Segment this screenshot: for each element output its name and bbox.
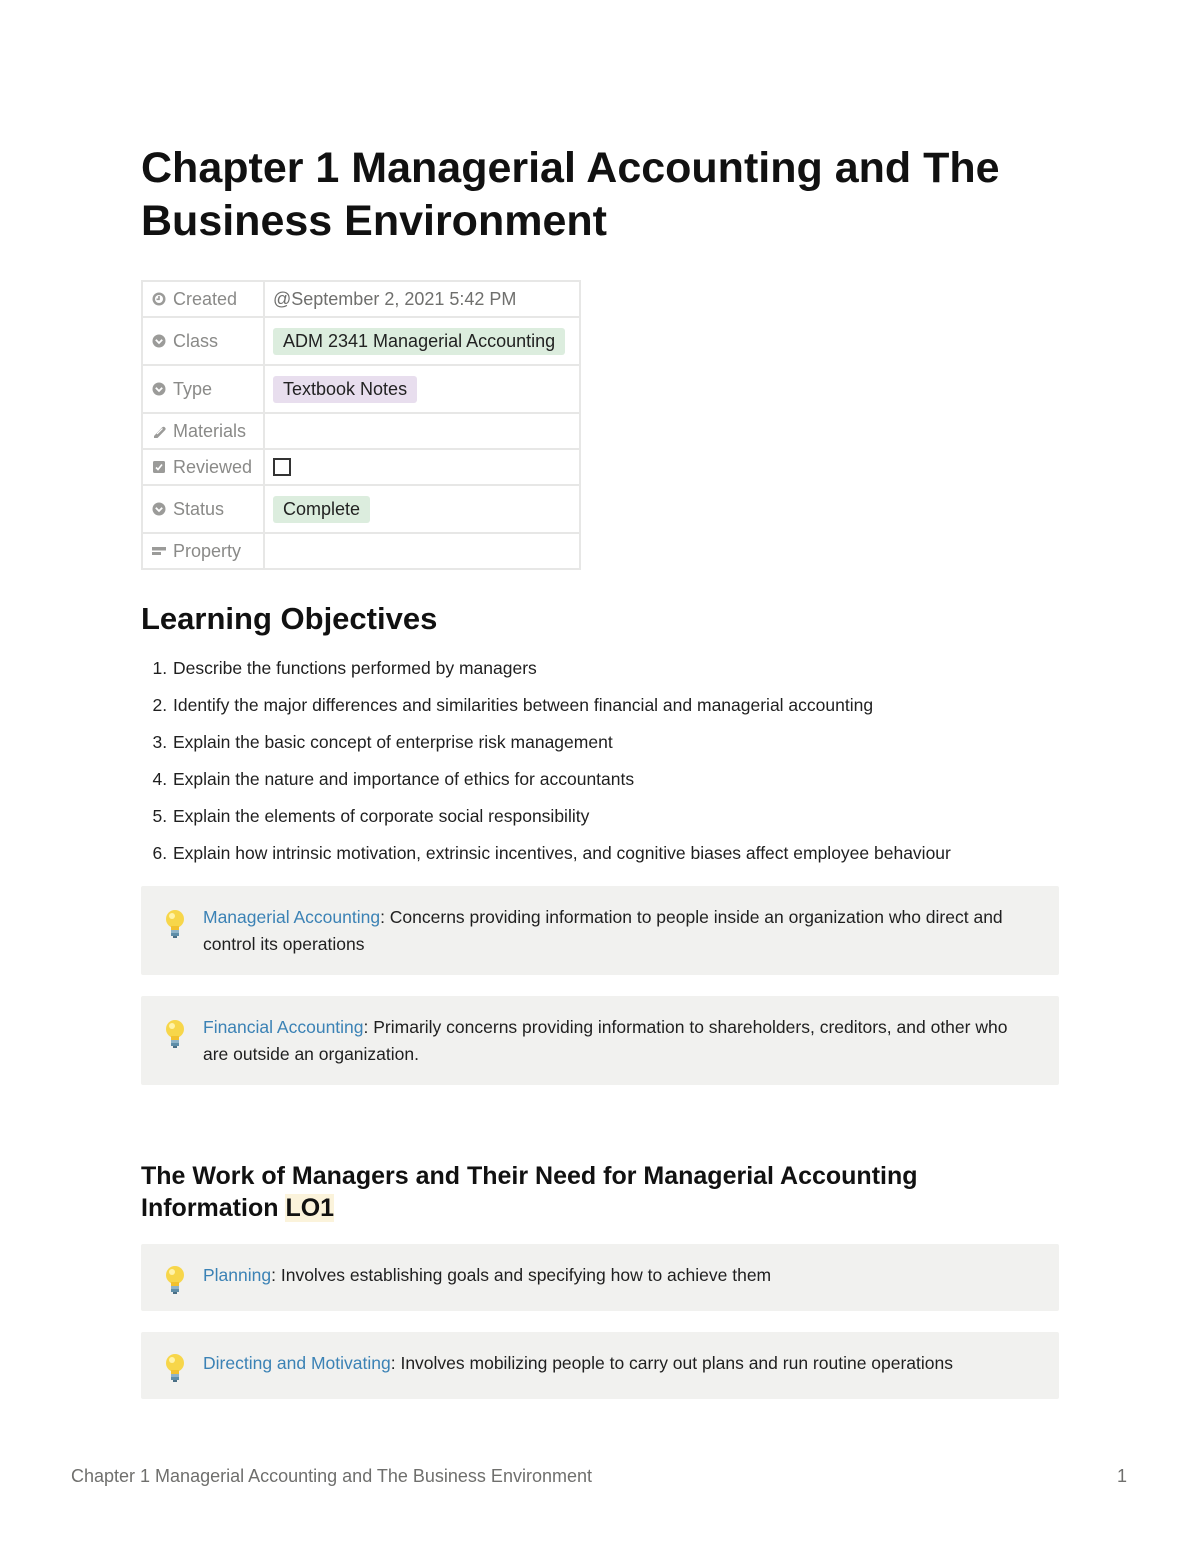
property-row-type: Type Textbook Notes <box>141 364 581 414</box>
callout-managerial-accounting: Managerial Accounting: Concerns providin… <box>141 886 1059 975</box>
property-value-type[interactable]: Textbook Notes <box>263 364 581 414</box>
property-label-status: Status <box>141 484 265 534</box>
section-heading: The Work of Managers and Their Need for … <box>141 1162 918 1222</box>
property-label-property: Property <box>141 532 265 570</box>
checkbox-icon <box>153 460 165 473</box>
callout-financial-accounting: Financial Accounting: Primarily concerns… <box>141 996 1059 1085</box>
properties-table: Created @September 2, 2021 5:42 PM Class… <box>141 280 581 570</box>
property-value-materials[interactable] <box>263 412 581 450</box>
list-item: Identify the major differences and simil… <box>172 687 1072 724</box>
lightbulb-icon <box>166 1354 184 1382</box>
property-value-created[interactable]: @September 2, 2021 5:42 PM <box>263 280 581 318</box>
list-item: Describe the functions performed by mana… <box>172 650 1072 687</box>
property-value-reviewed[interactable] <box>263 448 581 486</box>
list-item: Explain the elements of corporate social… <box>172 798 1072 835</box>
property-row-class: Class ADM 2341 Managerial Accounting <box>141 316 581 366</box>
callout-text: : Involves mobilizing people to carry ou… <box>390 1353 954 1373</box>
status-tag[interactable]: Complete <box>273 495 371 523</box>
class-tag[interactable]: ADM 2341 Managerial Accounting <box>273 327 566 355</box>
property-label-reviewed: Reviewed <box>141 448 265 486</box>
property-row-created: Created @September 2, 2021 5:42 PM <box>141 280 581 318</box>
callout-directing-motivating: Directing and Motivating: Involves mobil… <box>141 1332 1059 1399</box>
list-item: Explain the basic concept of enterprise … <box>172 724 1072 761</box>
lo-badge: LO1 <box>285 1194 335 1222</box>
term-link[interactable]: Planning <box>203 1265 271 1285</box>
property-value-status[interactable]: Complete <box>263 484 581 534</box>
page-title: Chapter 1 Managerial Accounting and The … <box>141 144 1000 245</box>
property-row-status: Status Complete <box>141 484 581 534</box>
footer-title: Chapter 1 Managerial Accounting and The … <box>71 1466 592 1486</box>
lightbulb-icon <box>166 1020 184 1048</box>
property-label-materials: Materials <box>141 412 265 450</box>
select-icon <box>152 502 166 515</box>
type-tag[interactable]: Textbook Notes <box>273 375 418 403</box>
callout-planning: Planning: Involves establishing goals an… <box>141 1244 1059 1311</box>
lightbulb-icon <box>166 1266 184 1294</box>
learning-objectives-heading: Learning Objectives <box>141 601 438 636</box>
reviewed-checkbox[interactable] <box>273 457 291 476</box>
property-label-created: Created <box>141 280 265 318</box>
attachment-icon <box>154 426 166 438</box>
term-link[interactable]: Financial Accounting <box>203 1017 364 1037</box>
list-item: Explain the nature and importance of eth… <box>172 761 1072 798</box>
text-icon <box>152 546 166 555</box>
property-label-class: Class <box>141 316 265 366</box>
page-number: 1 <box>1117 1466 1128 1486</box>
list-item: Explain how intrinsic motivation, extrin… <box>172 835 1072 872</box>
property-row-reviewed: Reviewed <box>141 448 581 486</box>
property-value-property[interactable] <box>263 532 581 570</box>
select-icon <box>152 382 166 395</box>
select-icon <box>152 334 166 347</box>
term-link[interactable]: Managerial Accounting <box>203 907 380 927</box>
property-row-materials: Materials <box>141 412 581 450</box>
term-link[interactable]: Directing and Motivating <box>203 1353 391 1373</box>
callout-text: : Involves establishing goals and specif… <box>271 1265 772 1285</box>
lightbulb-icon <box>166 910 184 938</box>
learning-objectives-list: Describe the functions performed by mana… <box>141 650 1072 872</box>
property-label-type: Type <box>141 364 265 414</box>
property-row-property: Property <box>141 532 581 570</box>
clock-icon <box>152 292 166 305</box>
property-value-class[interactable]: ADM 2341 Managerial Accounting <box>263 316 581 366</box>
